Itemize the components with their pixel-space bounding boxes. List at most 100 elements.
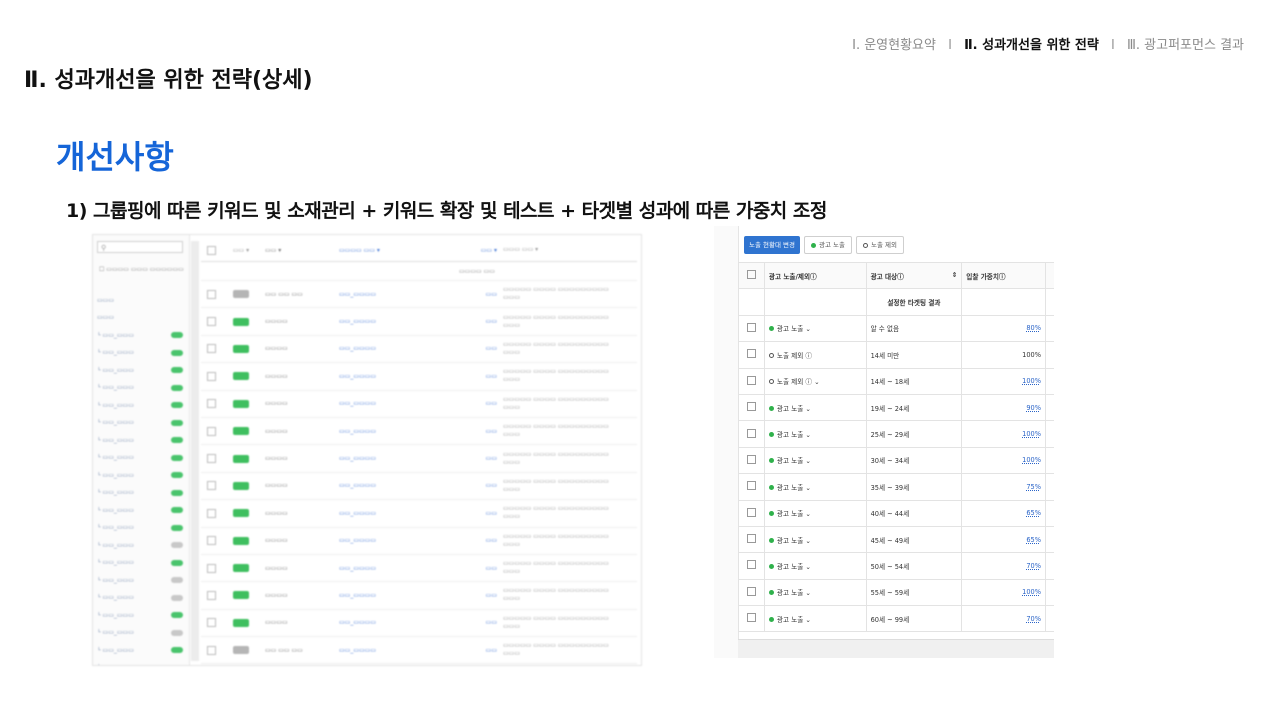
exposure-status-dropdown[interactable]: 광고 노출 ⌄ (763, 552, 867, 580)
screenshot-table-subheader: ▭▭▭▭ ▭▭ (201, 262, 637, 281)
toggle-icon (171, 367, 183, 373)
row-checkbox[interactable] (738, 393, 765, 422)
hollow-dot-icon (768, 379, 774, 385)
bid-weight-cell[interactable]: 80% (961, 314, 1046, 343)
table-row: ▭▭▭▭ ▭▭_▭▭▭▭ ▭▭ ▭▭▭▭▭ ▭▭▭▭ ▭▭▭▭▭▭▭▭▭ ▭▭▭ (201, 391, 637, 418)
exposure-status-dropdown[interactable]: 광고 노출 ⌄ (763, 473, 867, 501)
screenshot-sidebar: ⚲ ☐ ▭▭▭▭ ▭▭▭ ▭▭▭▭▭▭ ▭▭▭ ▭▭▭ └ ▭▭_▭▭▭ └ ▭▭_▭▭… (93, 235, 190, 665)
toggle-icon (171, 332, 183, 338)
section-title: 개선사항 (56, 138, 174, 176)
table-row[interactable]: 광고 노출 ⌄ 60세 ~ 99세 70% (738, 605, 1054, 633)
subtitle: 1) 그룹핑에 따른 키워드 및 소재관리 + 키워드 확장 및 테스트 + 타… (66, 200, 827, 222)
targeting-result-label: 설정한 타겟팅 결과 (865, 288, 963, 316)
bid-weight-cell[interactable]: 90% (961, 393, 1046, 422)
show-ads-button[interactable]: 광고 노출 (804, 236, 852, 254)
age-targeting-table: 광고 노출/제외ⓘ 광고 대상ⓘ ⇕ 입찰 가중치ⓘ 설정한 타겟팅 결과 광고 … (738, 261, 1054, 633)
exposure-status-dropdown[interactable]: 광고 노출 ⌄ (763, 578, 867, 607)
exposure-status-dropdown[interactable]: 노출 제외 ⓘ ⌄ (763, 367, 867, 395)
row-checkbox[interactable] (738, 341, 765, 369)
row-checkbox[interactable] (738, 578, 765, 607)
sidebar-group-item: └ ▭▭_▭▭▭ (97, 328, 183, 342)
table-row: ▭▭▭▭ ▭▭_▭▭▭▭ ▭▭ ▭▭▭▭▭ ▭▭▭▭ ▭▭▭▭▭▭▭▭▭ ▭▭▭ (201, 473, 637, 501)
exposure-status-dropdown[interactable]: 광고 노출 ⌄ (763, 446, 867, 475)
exposure-status-dropdown[interactable]: 광고 노출 ⌄ (763, 525, 867, 554)
bid-weight-cell[interactable]: 100% (961, 578, 1046, 607)
sort-icon: ⇕ (951, 270, 958, 279)
nav-separator: Ι (948, 38, 952, 53)
toggle-icon (171, 612, 183, 618)
row-checkbox[interactable] (738, 367, 765, 395)
target-column-header[interactable]: 광고 대상ⓘ ⇕ (865, 261, 963, 290)
table-row[interactable]: 광고 노출 ⌄ 50세 ~ 54세 70% (738, 552, 1054, 580)
nav-item-strategy[interactable]: Ⅱ. 성과개선을 위한 전략 (964, 38, 1099, 53)
toggle-icon (171, 524, 183, 531)
toggle-icon (171, 647, 183, 653)
bid-weight-cell[interactable]: 100% (961, 446, 1046, 475)
keyword-management-screenshot: ⚲ ☐ ▭▭▭▭ ▭▭▭ ▭▭▭▭▭▭ ▭▭▭ ▭▭▭ └ ▭▭_▭▭▭ └ ▭▭_▭▭… (92, 234, 642, 666)
toggle-icon (171, 349, 183, 356)
table-row[interactable]: 광고 노출 ⌄ 알 수 없음 80% (738, 314, 1054, 343)
table-row: ▭▭▭▭ ▭▭_▭▭▭▭ ▭▭ ▭▭▭▭▭ ▭▭▭▭ ▭▭▭▭▭▭▭▭▭ ▭▭▭ (201, 582, 637, 610)
bid-weight-cell[interactable]: 100% (961, 420, 1046, 448)
table-row: ▭▭▭▭ ▭▭_▭▭▭▭ ▭▭ ▭▭▭▭▭ ▭▭▭▭ ▭▭▭▭▭▭▭▭▭ ▭▭▭ (201, 336, 637, 364)
screenshot-table-header: ▭▭ ▾ ▭▭ ▾ ▭▭▭▭ ▭▭ ▾ ▭▭ ▾ ▭▭▭ ▭▭ ▾ (201, 239, 637, 262)
sidebar-group-item: └ ▭▭_▭▭▭ (97, 433, 183, 447)
green-dot-icon (768, 563, 774, 569)
page-title: Ⅱ. 성과개선을 위한 전략(상세) (24, 68, 313, 93)
row-checkbox[interactable] (738, 446, 765, 475)
bid-weight-cell[interactable]: 65% (961, 499, 1046, 527)
sidebar-group-item: └ ▭▭_▭▭▭ (97, 591, 183, 605)
row-checkbox[interactable] (738, 314, 765, 343)
age-targeting-screenshot: 노출 현황대 변경 광고 노출 노출 제외 광고 노출/제외ⓘ 광고 대상ⓘ ⇕ … (714, 226, 1054, 658)
exposure-status-dropdown[interactable]: 노출 제외 ⓘ (763, 341, 867, 369)
target-age-cell: 40세 ~ 44세 (865, 499, 963, 527)
table-row[interactable]: 광고 노출 ⌄ 35세 ~ 39세 75% (738, 473, 1054, 501)
table-row: ▭▭▭▭ ▭▭_▭▭▭▭ ▭▭ ▭▭▭▭▭ ▭▭▭▭ ▭▭▭▭▭▭▭▭▭ ▭▭▭ (201, 555, 637, 583)
exposure-status-dropdown[interactable]: 광고 노출 ⌄ (763, 605, 867, 633)
table-row[interactable]: 광고 노출 ⌄ 30세 ~ 34세 100% (738, 446, 1054, 475)
table-row[interactable]: 노출 제외 ⓘ 14세 미만 100% (738, 341, 1054, 369)
table-row[interactable]: 광고 노출 ⌄ 19세 ~ 24세 90% (738, 393, 1054, 422)
exposure-status-dropdown[interactable]: 광고 노출 ⌄ (763, 420, 867, 448)
sidebar-group-item: └ ▭▭_▭▭▭ (97, 346, 183, 360)
bid-weight-cell[interactable]: 100% (961, 367, 1046, 395)
bid-weight-cell: 100% (961, 341, 1046, 369)
change-exposure-button[interactable]: 노출 현황대 변경 (744, 236, 800, 254)
extra-cell (1044, 473, 1054, 501)
sidebar-group-item: └ ▭▭_▭▭▭ (97, 573, 183, 587)
row-checkbox[interactable] (738, 499, 765, 527)
table-row[interactable]: 광고 노출 ⌄ 55세 ~ 59세 100% (738, 578, 1054, 607)
nav-item-performance[interactable]: Ⅲ. 광고퍼포먼스 결과 (1127, 38, 1244, 53)
table-row: ▭▭▭▭ ▭▭_▭▭▭▭ ▭▭ ▭▭▭▭▭ ▭▭▭▭ ▭▭▭▭▭▭▭▭▭ ▭▭▭ (201, 418, 637, 446)
bid-weight-cell[interactable]: 70% (961, 605, 1046, 633)
target-age-cell: 19세 ~ 24세 (865, 393, 963, 422)
table-row[interactable]: 노출 제외 ⓘ ⌄ 14세 ~ 18세 100% (738, 367, 1054, 395)
green-dot-icon (768, 484, 774, 490)
bid-weight-cell[interactable]: 75% (961, 473, 1046, 501)
exposure-status-dropdown[interactable]: 광고 노출 ⌄ (763, 393, 867, 422)
table-row[interactable]: 광고 노출 ⌄ 40세 ~ 44세 65% (738, 499, 1054, 527)
table-row: ▭▭▭▭ ▭▭_▭▭▭▭ ▭▭ ▭▭▭▭▭ ▭▭▭▭ ▭▭▭▭▭▭▭▭▭ ▭▭▭ (201, 610, 637, 638)
sidebar-group-item: └ ▭▭_▭▭▭ (97, 626, 183, 640)
select-all-checkbox[interactable] (738, 261, 765, 290)
table-row[interactable]: 광고 노출 ⌄ 45세 ~ 49세 65% (738, 525, 1054, 554)
extra-cell (1044, 314, 1054, 343)
sidebar-group-item: └ ▭▭_▭▭▭ (97, 381, 183, 395)
table-row[interactable]: 광고 노출 ⌄ 25세 ~ 29세 100% (738, 420, 1054, 448)
target-age-cell: 14세 미만 (865, 341, 963, 369)
bid-weight-cell[interactable]: 65% (961, 525, 1046, 554)
toggle-icon (171, 454, 183, 461)
row-checkbox[interactable] (738, 420, 765, 448)
row-checkbox[interactable] (738, 525, 765, 554)
exposure-status-dropdown[interactable]: 광고 노출 ⌄ (763, 314, 867, 343)
row-checkbox[interactable] (738, 552, 765, 580)
sidebar-group-item: └ ▭▭_▭▭▭ (97, 661, 183, 665)
nav-item-summary[interactable]: Ⅰ. 운영현황요약 (852, 38, 936, 53)
sidebar-group-item: └ ▭▭_▭▭▭ (97, 643, 183, 657)
row-checkbox[interactable] (738, 473, 765, 501)
bid-weight-cell[interactable]: 70% (961, 552, 1046, 580)
row-checkbox[interactable] (738, 605, 765, 633)
horizontal-scrollbar[interactable] (738, 639, 1054, 658)
hide-ads-button[interactable]: 노출 제외 (856, 236, 904, 254)
exposure-status-dropdown[interactable]: 광고 노출 ⌄ (763, 499, 867, 527)
